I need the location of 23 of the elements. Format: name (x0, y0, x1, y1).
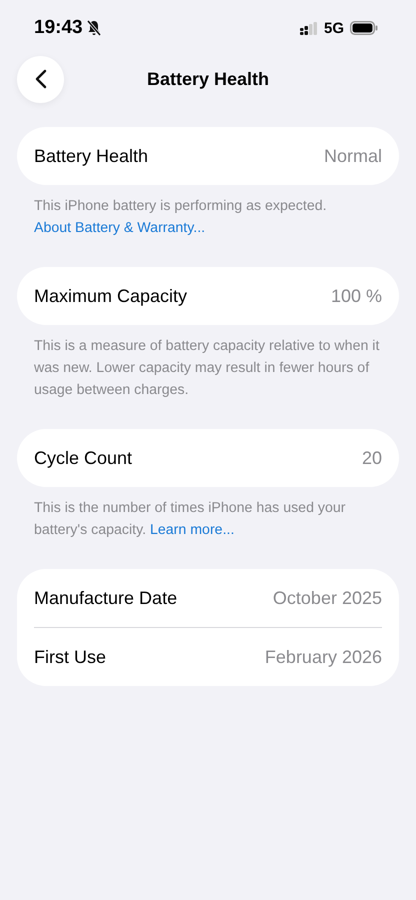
info-link[interactable]: About Battery & Warranty... (34, 220, 206, 236)
footer-note: This is the number of times iPhone has used your battery's capacity. Learn more... (33, 499, 346, 540)
row-label: Maximum Capacity (34, 286, 188, 306)
battery-icon (350, 21, 378, 35)
chevron-left-icon (34, 69, 46, 89)
row-label: First Use (34, 646, 106, 668)
row-value: 20 (362, 448, 382, 468)
row-label: Cycle Count (34, 448, 132, 468)
footer-note: This is a measure of battery capacity relative to when it was new. Lower capacity may result in fewer hours of usage between charges. (33, 337, 380, 400)
bell-muted-icon (86, 20, 101, 36)
page-title: Battery Health (146, 68, 270, 90)
status-time: 19:43 (34, 17, 83, 39)
signal-icon (300, 22, 318, 34)
back-button[interactable] (17, 56, 64, 102)
info-link[interactable]: Learn more... (150, 522, 234, 538)
footer-note: This iPhone battery is performing as expected. About Battery & Warranty... (33, 197, 328, 238)
row-value: October 2025 (272, 588, 382, 608)
network-label: 5G (324, 20, 344, 36)
row-value: Normal (324, 146, 382, 166)
row-label: Manufacture Date (34, 588, 178, 608)
row-label: Battery Health (34, 146, 148, 166)
row-value: February 2026 (264, 646, 382, 668)
row-value: 100 % (330, 286, 382, 306)
